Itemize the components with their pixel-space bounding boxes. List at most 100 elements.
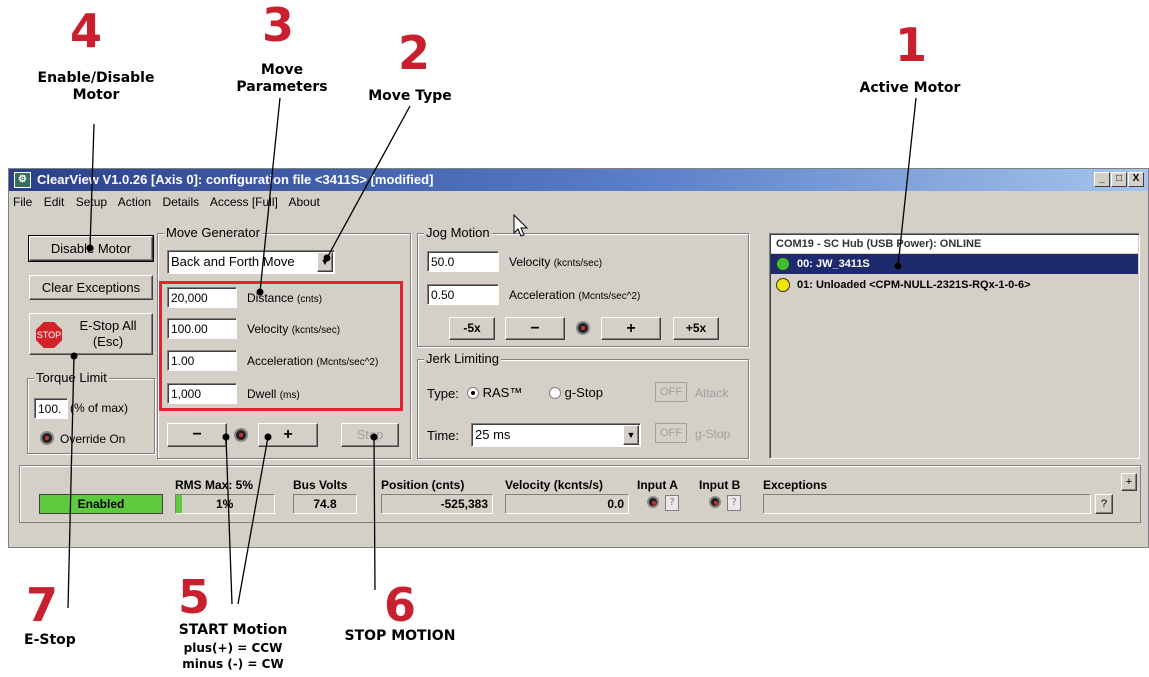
- stop-sign-icon: STOP: [36, 322, 62, 348]
- move-type-value: Back and Forth Move: [171, 254, 295, 269]
- minimize-button[interactable]: _: [1094, 172, 1110, 187]
- position-label: Position (cnts): [381, 478, 465, 492]
- estop-label: E-Stop All: [79, 318, 137, 333]
- title-bar[interactable]: ⚙ ClearView V1.0.26 [Axis 0]: configurat…: [9, 169, 1148, 191]
- acceleration-input[interactable]: 1.00: [167, 350, 237, 371]
- ras-radio[interactable]: RAS™: [467, 385, 522, 400]
- jerk-time-select[interactable]: 25 ms ▼: [471, 423, 641, 447]
- rms-value: 1%: [216, 497, 234, 511]
- gstop-radio[interactable]: g-Stop: [549, 385, 603, 400]
- motor-list-panel: COM19 - SC Hub (USB Power): ONLINE 00: J…: [769, 233, 1140, 459]
- distance-label-text: Distance: [247, 291, 294, 305]
- input-a-help-button[interactable]: ?: [665, 495, 679, 511]
- motor-list-item[interactable]: 01: Unloaded <CPM-NULL-2321S-RQx-1-0-6>: [771, 275, 1138, 295]
- motor-item-label: 00: JW_3411S: [797, 258, 870, 270]
- app-icon: ⚙: [14, 172, 31, 188]
- ras-label: RAS™: [482, 385, 523, 400]
- dwell-input[interactable]: 1,000: [167, 383, 237, 404]
- jog-velocity-label: Velocity (kcnts/sec): [509, 255, 602, 269]
- dwell-label-text: Dwell: [247, 387, 277, 401]
- velocity-status-label: Velocity (kcnts/s): [505, 478, 604, 492]
- callout-6-label: STOP MOTION: [344, 628, 456, 644]
- menu-action[interactable]: Action: [118, 195, 151, 209]
- maximize-button[interactable]: □: [1111, 172, 1127, 187]
- callout-1-number: 1: [895, 18, 928, 72]
- chevron-down-icon[interactable]: ▼: [317, 252, 333, 272]
- dwell-label: Dwell (ms): [247, 387, 300, 401]
- clear-exceptions-button[interactable]: Clear Exceptions: [29, 275, 153, 300]
- exceptions-help-button[interactable]: ?: [1095, 494, 1113, 514]
- disable-motor-button[interactable]: Disable Motor: [28, 235, 154, 262]
- exceptions-label: Exceptions: [763, 478, 828, 492]
- move-plus-button[interactable]: +: [258, 423, 318, 447]
- torque-limit-input[interactable]: 100.: [34, 398, 68, 419]
- move-minus-button[interactable]: −: [167, 423, 227, 447]
- jog-acceleration-label-text: Acceleration: [509, 288, 576, 302]
- jog-plus5x-button[interactable]: +5x: [673, 317, 719, 340]
- jog-minus5x-button[interactable]: -5x: [449, 317, 495, 340]
- menu-file[interactable]: File: [13, 195, 32, 209]
- jog-velocity-unit: (kcnts/sec): [553, 258, 603, 269]
- jog-acceleration-input[interactable]: 0.50: [427, 284, 499, 305]
- override-label: Override On: [60, 432, 126, 446]
- move-stop-button[interactable]: Stop: [341, 423, 399, 447]
- callout-3-label: Move Parameters: [222, 62, 342, 96]
- menu-details[interactable]: Details: [162, 195, 199, 209]
- gstop-label: g-Stop: [564, 385, 603, 400]
- motor-list-item[interactable]: 00: JW_3411S: [771, 254, 1138, 274]
- jerk-time-label: Time:: [427, 428, 460, 443]
- callout-3-number: 3: [262, 0, 295, 52]
- attack-off-box: OFF: [655, 382, 687, 402]
- callout-1-label: Active Motor: [859, 80, 961, 96]
- callout-2-label: Move Type: [368, 88, 452, 104]
- time-chevron-down-icon[interactable]: ▼: [623, 425, 639, 445]
- torque-limit-title: Torque Limit: [34, 370, 109, 386]
- jog-velocity-input[interactable]: 50.0: [427, 251, 499, 272]
- jerk-limiting-title: Jerk Limiting: [424, 351, 501, 367]
- velocity-status-value: 0.0: [505, 494, 629, 514]
- callout-6-number: 6: [384, 578, 417, 632]
- enabled-indicator: Enabled: [39, 494, 163, 514]
- close-button[interactable]: X: [1128, 172, 1144, 187]
- distance-input[interactable]: 20,000: [167, 287, 237, 308]
- move-status-icon: [234, 428, 248, 442]
- estop-sub: (Esc): [92, 334, 124, 349]
- estop-all-button[interactable]: STOP E-Stop All (Esc): [29, 313, 153, 355]
- callout-4-number: 4: [70, 4, 103, 58]
- position-value: -525,383: [381, 494, 493, 514]
- rms-label: RMS Max: 5%: [175, 478, 254, 492]
- jerk-time-value: 25 ms: [475, 427, 511, 442]
- distance-unit: (cnts): [297, 294, 323, 305]
- callout-4-line2: Motor: [72, 87, 120, 103]
- acceleration-label: Acceleration (Mcnts/sec^2): [247, 354, 378, 368]
- velocity-unit: (kcnts/sec): [291, 325, 341, 336]
- menu-setup[interactable]: Setup: [76, 195, 107, 209]
- gstop-off-box: OFF: [655, 423, 687, 443]
- bus-volts-value: 74.8: [293, 494, 357, 514]
- rms-bar-fill: [176, 495, 182, 513]
- status-expand-button[interactable]: +: [1121, 473, 1137, 491]
- menu-access[interactable]: Access [Full]: [210, 195, 278, 209]
- callout-5-number: 5: [178, 570, 211, 624]
- input-b-indicator-icon: [709, 496, 721, 508]
- velocity-input[interactable]: 100.00: [167, 318, 237, 339]
- input-b-help-button[interactable]: ?: [727, 495, 741, 511]
- menu-edit[interactable]: Edit: [44, 195, 65, 209]
- menu-about[interactable]: About: [289, 195, 320, 209]
- callout-4-line1: Enable/Disable: [37, 70, 155, 86]
- motor-list-header: COM19 - SC Hub (USB Power): ONLINE: [771, 235, 1138, 253]
- jerk-type-label: Type:: [427, 386, 459, 401]
- distance-label: Distance (cnts): [247, 291, 322, 305]
- gstop-radio-icon[interactable]: [549, 387, 561, 399]
- jog-acceleration-label: Acceleration (Mcnts/sec^2): [509, 288, 640, 302]
- jog-plus-button[interactable]: +: [601, 317, 661, 340]
- jog-minus-button[interactable]: −: [505, 317, 565, 340]
- clearview-window: ⚙ ClearView V1.0.26 [Axis 0]: configurat…: [8, 168, 1149, 548]
- move-type-select[interactable]: Back and Forth Move ▼: [167, 250, 335, 274]
- callout-7-label: E-Stop: [24, 632, 76, 648]
- ras-radio-icon[interactable]: [467, 387, 479, 399]
- move-generator-title: Move Generator: [164, 225, 262, 241]
- input-a-indicator-icon: [647, 496, 659, 508]
- callout-3-line2: Parameters: [236, 79, 328, 95]
- override-indicator-icon[interactable]: [40, 431, 54, 445]
